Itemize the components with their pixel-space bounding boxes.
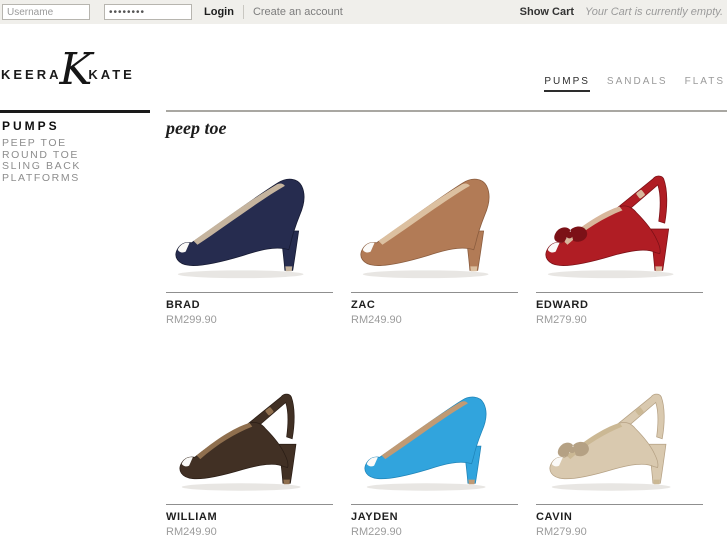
product-card-edward[interactable]: EDWARD RM279.90 — [536, 148, 703, 326]
product-image[interactable] — [536, 148, 703, 288]
storefront-page: Login Create an account Show Cart Your C… — [0, 0, 727, 545]
sidebar-title-pumps[interactable]: PUMPS — [2, 119, 166, 133]
shoe-photo-icon — [175, 178, 305, 279]
page-title: peep toe — [166, 118, 227, 138]
brand-word-right: KATE — [88, 66, 135, 82]
product-image[interactable] — [166, 148, 333, 288]
shoe-photo-icon — [545, 175, 674, 279]
product-name[interactable]: WILLIAM — [166, 511, 333, 523]
product-price: RM279.90 — [536, 314, 587, 326]
login-topbar: Login Create an account Show Cart Your C… — [0, 0, 727, 24]
product-name[interactable]: BRAD — [166, 299, 333, 311]
main-nav: PUMPS SANDALS FLATS — [544, 76, 725, 92]
sidebar-item-sling-back[interactable]: SLING BACK — [2, 160, 166, 173]
product-card-william[interactable]: WILLIAM RM249.90 — [166, 370, 333, 538]
sidebar-item-peep-toe[interactable]: PEEP TOE — [2, 137, 166, 150]
logo-underline — [0, 110, 150, 113]
product-divider — [536, 504, 703, 505]
product-image[interactable] — [536, 370, 703, 500]
show-cart-link[interactable]: Show Cart — [520, 6, 574, 18]
product-name[interactable]: JAYDEN — [351, 511, 518, 523]
product-price: RM249.90 — [166, 526, 217, 538]
cart-area: Show Cart Your Cart is currently empty. — [520, 6, 723, 18]
product-price: RM299.90 — [166, 314, 217, 326]
content-area: PUMPS PEEP TOE ROUND TOE SLING BACK PLAT… — [0, 113, 727, 538]
username-input[interactable] — [2, 4, 90, 20]
header-divider — [166, 110, 727, 112]
product-divider — [351, 292, 518, 293]
product-image[interactable] — [351, 370, 518, 500]
shoe-photo-icon — [364, 396, 487, 491]
password-input[interactable] — [104, 4, 192, 20]
nav-item-pumps[interactable]: PUMPS — [544, 76, 590, 92]
product-card-brad[interactable]: BRAD RM299.90 — [166, 148, 333, 326]
brand-word-left: KEERA — [1, 66, 62, 82]
product-grid: BRAD RM299.90 ZAC RM249.90 EDWARD RM279.… — [166, 148, 705, 538]
product-image[interactable] — [166, 370, 333, 500]
product-divider — [536, 292, 703, 293]
nav-item-sandals[interactable]: SANDALS — [607, 76, 668, 92]
sidebar-item-platforms[interactable]: PLATFORMS — [2, 172, 166, 185]
product-image[interactable] — [351, 148, 518, 288]
product-card-cavin[interactable]: CAVIN RM279.90 — [536, 370, 703, 538]
shoe-photo-icon — [549, 393, 671, 491]
product-name[interactable]: EDWARD — [536, 299, 703, 311]
product-price: RM249.90 — [351, 314, 402, 326]
product-card-jayden[interactable]: JAYDEN RM229.90 — [351, 370, 518, 538]
create-account-link[interactable]: Create an account — [253, 6, 343, 18]
category-sidebar: PUMPS PEEP TOE ROUND TOE SLING BACK PLAT… — [0, 113, 166, 538]
product-divider — [166, 504, 333, 505]
shoe-photo-icon — [360, 178, 490, 279]
nav-item-flats[interactable]: FLATS — [685, 76, 725, 92]
product-name[interactable]: ZAC — [351, 299, 518, 311]
shoe-photo-icon — [179, 393, 301, 491]
product-card-zac[interactable]: ZAC RM249.90 — [351, 148, 518, 326]
product-listing: peep toe BRAD RM299.90 ZAC RM249.90 EDWA… — [166, 113, 727, 538]
product-price: RM279.90 — [536, 526, 587, 538]
site-header: KEERA K KATE PUMPS SANDALS FLATS — [0, 24, 727, 113]
topbar-divider — [242, 5, 244, 19]
cart-status-text: Your Cart is currently empty. — [585, 6, 723, 18]
product-price: RM229.90 — [351, 526, 402, 538]
product-name[interactable]: CAVIN — [536, 511, 703, 523]
product-divider — [351, 504, 518, 505]
login-button[interactable]: Login — [204, 6, 234, 18]
brand-logo[interactable]: KEERA K KATE — [1, 48, 135, 92]
product-divider — [166, 292, 333, 293]
